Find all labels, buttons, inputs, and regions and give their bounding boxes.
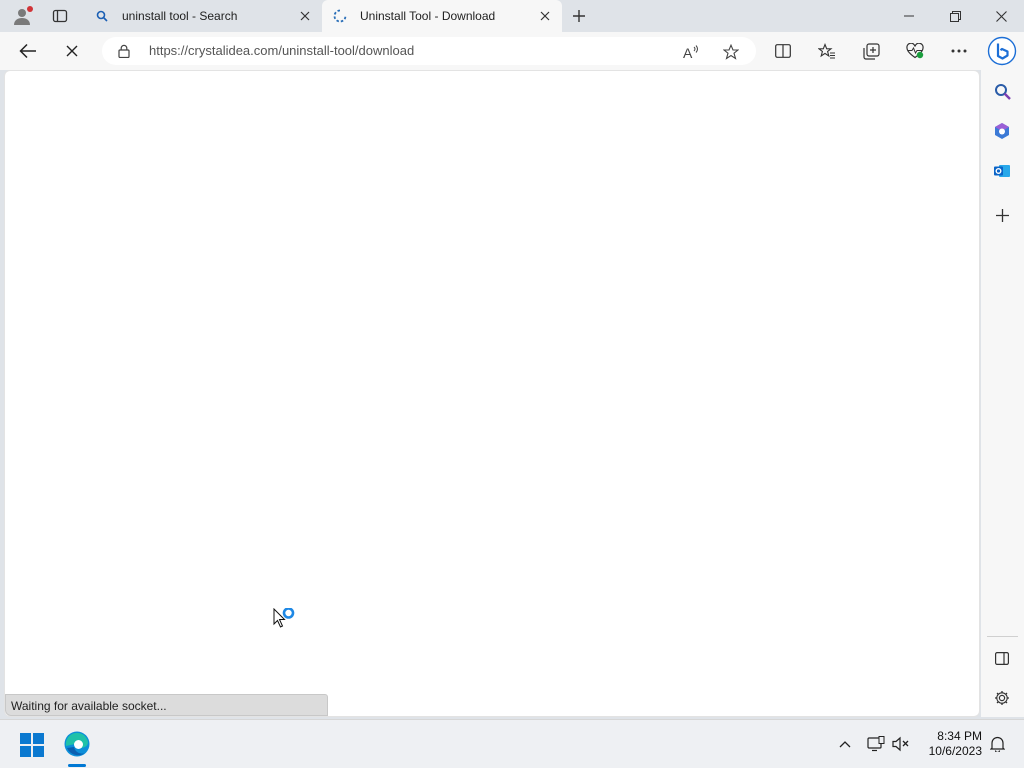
favorite-star-icon[interactable] [720,41,742,63]
collections-icon [862,42,880,60]
read-aloud-icon[interactable]: A [680,41,702,63]
copilot-button[interactable] [986,34,1018,68]
more-dots-icon [951,49,967,53]
page-content[interactable]: Waiting for available socket... [4,70,980,717]
tab-search[interactable]: uninstall tool - Search [84,0,322,32]
profile-button[interactable] [8,3,36,29]
lock-icon[interactable] [116,43,132,59]
svg-text:A: A [683,45,693,60]
outlook-icon [994,165,1010,177]
stop-loading-button[interactable] [57,36,87,66]
tab-uninstall-download[interactable]: Uninstall Tool - Download [322,0,562,32]
close-window-button[interactable] [978,0,1024,32]
bell-icon [989,736,1005,752]
show-hidden-icons-button[interactable] [835,734,855,754]
bing-copilot-icon [987,36,1017,66]
plus-icon [995,208,1009,222]
back-button[interactable] [13,36,43,66]
close-icon [995,10,1007,22]
plus-icon [573,10,585,22]
taskbar: 8:34 PM 10/6/2023 [0,719,1024,768]
sidebar-toggle-icon [995,651,1009,665]
url-text[interactable]: https://crystalidea.com/uninstall-tool/d… [149,43,414,58]
taskbar-clock[interactable]: 8:34 PM 10/6/2023 [920,729,982,759]
close-tab-icon[interactable] [534,5,556,27]
notification-dot [27,6,33,12]
minimize-icon [904,15,914,17]
collections-button[interactable] [856,36,886,66]
back-arrow-icon [19,43,36,59]
status-bar: Waiting for available socket... [5,694,328,716]
edge-browser-icon [64,731,90,757]
tab-title: uninstall tool - Search [122,9,238,23]
heart-pulse-icon [906,43,924,59]
tab-actions-icon [52,9,68,23]
gear-icon [995,691,1009,705]
busy-cursor-icon [273,608,295,628]
stop-icon [66,45,78,57]
sidebar-outlook-button[interactable] [988,157,1016,185]
search-icon [994,83,1011,100]
taskbar-edge-button[interactable] [62,729,92,759]
split-screen-button[interactable] [768,36,798,66]
new-tab-button[interactable] [566,3,592,29]
loading-spinner-icon [332,8,348,24]
speaker-muted-icon [892,736,909,752]
browser-toolbar: https://crystalidea.com/uninstall-tool/d… [0,32,1024,70]
minimize-button[interactable] [886,0,932,32]
tab-title: Uninstall Tool - Download [360,9,496,23]
network-icon [867,736,885,752]
microsoft365-icon [995,123,1009,139]
sidebar-settings-button[interactable] [988,684,1016,712]
favorites-icon [818,43,835,59]
notifications-button[interactable] [987,734,1007,754]
chevron-up-icon [839,741,851,748]
browser-essentials-button[interactable] [900,36,930,66]
active-app-indicator [68,764,86,767]
volume-button[interactable] [891,734,911,754]
windows-start-icon[interactable] [18,731,46,759]
clock-date: 10/6/2023 [928,744,982,758]
tab-strip: uninstall tool - Search Uninstall Tool -… [0,0,1024,32]
sidebar-search-button[interactable] [988,77,1016,105]
close-tab-icon[interactable] [294,5,316,27]
address-bar[interactable]: https://crystalidea.com/uninstall-tool/d… [102,37,756,65]
sidebar-divider [987,636,1018,637]
sidebar-add-button[interactable] [988,201,1016,229]
settings-and-more-button[interactable] [944,36,974,66]
sidebar [981,70,1024,717]
sidebar-microsoft365-button[interactable] [988,117,1016,145]
restore-icon [949,10,961,22]
favorites-button[interactable] [812,36,842,66]
hide-sidebar-button[interactable] [988,644,1016,672]
restore-button[interactable] [932,0,978,32]
split-screen-icon [775,44,791,58]
tab-actions-button[interactable] [46,3,74,29]
network-button[interactable] [866,734,886,754]
clock-time: 8:34 PM [937,729,982,743]
search-icon [94,8,110,24]
